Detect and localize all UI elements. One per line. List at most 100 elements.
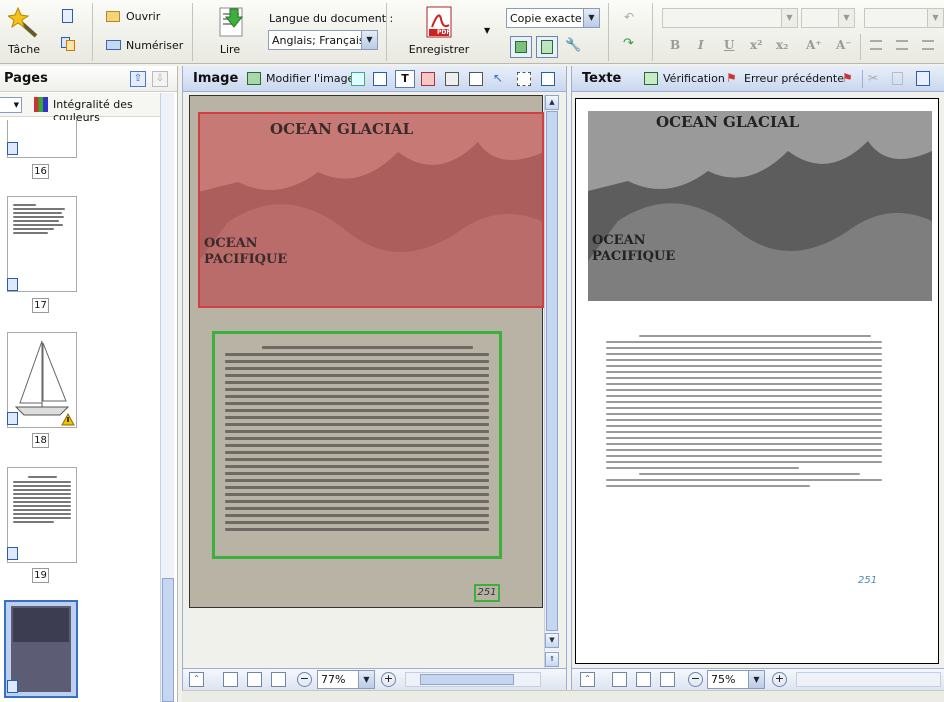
pages-scroll-thumb[interactable] (162, 578, 174, 702)
tache-button[interactable]: Tâche (2, 4, 46, 60)
copy-icon[interactable] (892, 72, 903, 85)
lire-button[interactable]: Lire (208, 4, 252, 60)
page-up-icon[interactable]: ⇧ (130, 71, 146, 87)
zoom-in-icon[interactable]: + (381, 672, 396, 687)
pages-header: Pages ⇧ ⇩ (0, 66, 177, 92)
image-vscrollbar[interactable]: ▲ ▼ ⇑ ⇓ (544, 95, 559, 688)
image-scroll-thumb[interactable] (546, 111, 558, 631)
text-hscrollbar[interactable] (796, 672, 941, 687)
marquee-icon[interactable] (517, 72, 531, 86)
page-number-19: 19 (32, 568, 49, 583)
text-area-tool-icon[interactable] (351, 72, 365, 86)
collapse-icon[interactable]: ⌃ (189, 672, 204, 687)
align-right-icon[interactable] (922, 40, 934, 50)
page-down-icon[interactable]: ⇩ (152, 71, 168, 87)
copie-value: Copie exacte (510, 12, 582, 25)
scroll-up-arrow[interactable]: ▲ (545, 95, 559, 110)
text-page-view[interactable]: OCEAN GLACIAL OCEAN PACIFIQUE 251 (575, 98, 939, 664)
zoom-in-icon[interactable]: + (772, 672, 787, 687)
image-bottom-bar: ⌃ − 77% ▼ + (183, 668, 566, 690)
italic-button[interactable]: I (698, 38, 704, 52)
ouvrir-button[interactable]: Ouvrir (106, 8, 176, 26)
erreur-precedente-button[interactable]: ⚑ Erreur précédente (726, 71, 844, 87)
align-center-icon[interactable] (896, 40, 908, 50)
fit-width-icon[interactable] (636, 672, 651, 687)
chevron-down-icon: ▼ (927, 9, 943, 27)
zoom-out-icon[interactable]: − (297, 672, 312, 687)
numeriser-button[interactable]: Numériser (106, 37, 183, 55)
grow-font-button[interactable]: A⁺ (806, 38, 822, 52)
zoom-out-icon[interactable]: − (688, 672, 703, 687)
image-hscroll-thumb[interactable] (420, 674, 514, 685)
magic-wand-icon (8, 6, 38, 38)
align-left-icon[interactable] (870, 40, 882, 50)
image-hscrollbar[interactable] (405, 672, 541, 687)
status-strip (182, 690, 944, 702)
wrench-icon[interactable]: 🔧 (565, 38, 581, 54)
text-map-image (588, 111, 932, 301)
redo-icon[interactable]: ↷ (623, 36, 639, 52)
text-header: Texte Vérification ⚑ Erreur précédente ⚑… (572, 66, 944, 92)
view-mode-dropdown[interactable]: ▼ (0, 97, 22, 113)
collapse-icon[interactable]: ⌃ (580, 672, 595, 687)
recognized-text-block[interactable] (606, 331, 882, 551)
text-zone-green[interactable] (212, 331, 502, 559)
pdf-badge: PDF (437, 29, 451, 36)
text-zoom-select[interactable]: 75% ▼ (707, 670, 765, 689)
scroll-down-arrow[interactable]: ▼ (545, 633, 559, 648)
edit-image-icon (247, 72, 261, 85)
document-icon (7, 412, 18, 425)
pointer-icon[interactable]: ↖ (493, 71, 503, 85)
image-zoom-select[interactable]: 77% ▼ (317, 670, 375, 689)
picture-zone-red[interactable] (198, 112, 544, 308)
shrink-font-button[interactable]: A⁻ (836, 38, 852, 52)
page-up-arrow[interactable]: ⇑ (545, 652, 559, 667)
pages-scrollbar[interactable] (160, 93, 174, 702)
text-map-pacific: OCEAN PACIFIQUE (592, 233, 676, 264)
fit-height-icon[interactable] (660, 672, 675, 687)
new-document-button[interactable] (60, 8, 76, 24)
lire-label: Lire (219, 43, 241, 56)
next-error-icon[interactable]: ⚑ (842, 71, 853, 85)
fit-page-icon[interactable] (223, 672, 238, 687)
font-size-select[interactable]: ▼ (801, 8, 855, 28)
underline-button[interactable]: U (724, 38, 734, 52)
text-zone-tool-icon[interactable]: T (395, 70, 415, 88)
image-page-view[interactable]: OCEAN GLACIAL OCEAN PACIFIQUE 251 (189, 95, 544, 608)
enregistrer-button[interactable]: PDF Enregistrer (405, 4, 473, 60)
page-number-zone[interactable]: 251 (474, 584, 500, 602)
fit-width-icon[interactable] (247, 672, 262, 687)
font-family-select[interactable]: ▼ (662, 8, 798, 28)
copie-select[interactable]: Copie exacte ▼ (506, 8, 600, 28)
bold-button[interactable]: B (670, 38, 680, 52)
style-select[interactable]: ▼ (864, 8, 944, 28)
fit-page-icon[interactable] (612, 672, 627, 687)
paste-icon[interactable] (916, 71, 930, 86)
background-picture-tool-icon[interactable] (445, 72, 459, 86)
langue-value: Anglais; Français (272, 34, 365, 47)
save-picture-button[interactable] (510, 36, 532, 58)
verification-button[interactable]: Vérification (644, 71, 725, 87)
chevron-down-icon: ▼ (838, 9, 854, 27)
text-zoom-value: 75% (711, 673, 736, 686)
enregistrer-dropdown-arrow[interactable]: ▼ (484, 26, 490, 35)
table-tool-icon[interactable] (469, 72, 483, 86)
picture-zone-tool-icon[interactable] (421, 72, 435, 86)
cut-icon[interactable]: ✂ (868, 71, 878, 85)
undo-icon[interactable]: ↶ (624, 10, 640, 24)
picture-icon (515, 41, 527, 53)
superscript-button[interactable]: x² (750, 38, 762, 52)
zone-properties-icon[interactable] (541, 72, 555, 86)
fit-height-icon[interactable] (271, 672, 286, 687)
copy-pages-button[interactable] (60, 36, 78, 52)
subscript-button[interactable]: x₂ (776, 38, 788, 52)
image-panel: Image Modifier l'image T ↖ OCEAN GLACIAL… (182, 66, 567, 690)
new-document-icon (62, 9, 73, 23)
save-text-button[interactable] (536, 36, 558, 58)
langue-select[interactable]: Anglais; Français ▼ (268, 30, 378, 50)
modifier-image-button[interactable]: Modifier l'image (247, 71, 354, 87)
text-panel: Texte Vérification ⚑ Erreur précédente ⚑… (571, 66, 944, 690)
chevron-down-icon: ▼ (781, 9, 797, 27)
select-area-icon[interactable] (373, 72, 387, 86)
text-page-number: 251 (858, 575, 878, 586)
